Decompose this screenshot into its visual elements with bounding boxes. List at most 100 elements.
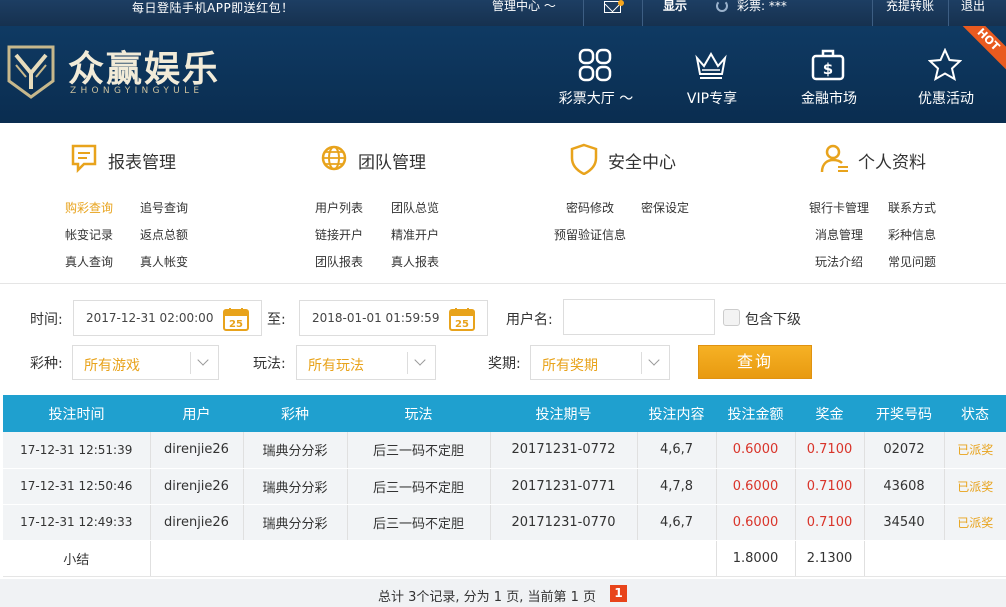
menu-link-security-question[interactable]: 密保设定: [641, 199, 689, 216]
end-time-input[interactable]: 2018-01-01 01:59:59 25: [299, 300, 488, 336]
refresh-icon[interactable]: [716, 0, 728, 12]
nav-label: 金融市场: [801, 91, 857, 107]
menu-link-contact[interactable]: 联系方式: [888, 199, 936, 216]
bet-amount: 0.6000: [716, 504, 796, 541]
menu-link-lottery-info[interactable]: 彩种信息: [888, 226, 936, 243]
divider: [642, 0, 643, 26]
menu-link-faq[interactable]: 常见问题: [888, 253, 936, 270]
selected-value: 所有游戏: [84, 358, 140, 374]
bet-period[interactable]: 20171231-0770: [490, 504, 638, 541]
draw-number: 43608: [864, 468, 945, 505]
lottery-type: 瑞典分分彩: [243, 468, 348, 505]
menu-link-user-list[interactable]: 用户列表: [315, 199, 363, 216]
play-type: 后三一码不定胆: [347, 468, 491, 505]
site-header: 众赢娱乐 ZHONGYINGYULE 彩票大厅 ～ VIP专享 $ 金融市场 优…: [0, 26, 1006, 123]
menu-link-rebate-total[interactable]: 返点总额: [140, 226, 188, 243]
menu-link-team-report[interactable]: 团队报表: [315, 253, 363, 270]
management-center-menu[interactable]: 管理中心 ～: [492, 0, 556, 26]
nav-label: 彩票大厅 ～: [558, 91, 634, 107]
divider: [948, 0, 949, 26]
menu-link-change-password[interactable]: 密码修改: [566, 199, 614, 216]
nav-vip[interactable]: VIP专享: [654, 26, 770, 123]
menu-link-chase-query[interactable]: 追号查询: [140, 199, 188, 216]
deposit-transfer-link[interactable]: 充提转账: [886, 0, 934, 26]
show-balance-toggle[interactable]: 显示: [663, 0, 687, 26]
bet-period[interactable]: 20171231-0772: [490, 432, 638, 469]
start-time-input[interactable]: 2017-12-31 02:00:00 25: [73, 300, 262, 336]
bet-period[interactable]: 20171231-0771: [490, 468, 638, 505]
username-label: 用户名:: [506, 312, 553, 328]
menu-link-bet-query[interactable]: 购彩查询: [65, 199, 113, 216]
play-type-select[interactable]: 所有玩法: [296, 345, 436, 380]
menu-link-link-signup[interactable]: 链接开户: [315, 226, 363, 243]
user-icon: [820, 144, 848, 173]
menu-link-play-guide[interactable]: 玩法介绍: [815, 253, 863, 270]
column-header[interactable]: 投注期号: [490, 395, 637, 432]
menu-link-live-report[interactable]: 真人报表: [391, 253, 439, 270]
period-label: 奖期:: [488, 356, 521, 372]
summary-prize: 2.1300: [795, 540, 865, 577]
column-header[interactable]: 玩法: [347, 395, 490, 432]
brand-subtitle: ZHONGYINGYULE: [70, 86, 204, 96]
column-header[interactable]: 投注时间: [3, 395, 150, 432]
summary-row: 小结 1.8000 2.1300: [3, 540, 1006, 577]
username-input[interactable]: [563, 299, 715, 335]
column-header[interactable]: 开奖号码: [864, 395, 944, 432]
promo-notice[interactable]: 每日登陆手机APP即送红包！: [132, 0, 294, 16]
table-row[interactable]: 17-12-31 12:49:33 direnjie26 瑞典分分彩 后三一码不…: [3, 504, 1006, 541]
menu-link-live-query[interactable]: 真人查询: [65, 253, 113, 270]
user: direnjie26: [150, 468, 244, 505]
pagination: 总计 3个记录, 分为 1 页, 当前第 1 页 1: [0, 579, 1006, 607]
lottery-type: 瑞典分分彩: [243, 504, 348, 541]
to-label: 至:: [267, 312, 286, 328]
end-time-value: 2018-01-01 01:59:59: [312, 311, 440, 325]
menu-link-account-change[interactable]: 帐变记录: [65, 226, 113, 243]
menu-link-team-overview[interactable]: 团队总览: [391, 199, 439, 216]
table-row[interactable]: 17-12-31 12:51:39 direnjie26 瑞典分分彩 后三一码不…: [3, 432, 1006, 469]
include-subordinates-checkbox[interactable]: [723, 309, 740, 326]
calendar-icon[interactable]: 25: [449, 307, 475, 331]
category-title: 团队管理: [358, 153, 426, 173]
brand-logo-icon[interactable]: [6, 43, 56, 99]
svg-text:25: 25: [455, 319, 469, 330]
chevron-down-icon: [407, 352, 435, 374]
menu-link-direct-signup[interactable]: 精准开户: [391, 226, 439, 243]
include-subordinates-label: 包含下级: [745, 312, 801, 328]
status-badge: 已派奖: [944, 468, 1006, 505]
query-button[interactable]: 查询: [698, 345, 812, 379]
nav-finance[interactable]: $ 金融市场: [771, 26, 887, 123]
summary-label: 小结: [3, 540, 151, 577]
calendar-icon[interactable]: 25: [223, 307, 249, 331]
menu-link-bank-card[interactable]: 银行卡管理: [809, 199, 869, 216]
column-header[interactable]: 投注内容: [637, 395, 716, 432]
crown-icon: [695, 52, 727, 79]
chevron-down-icon: [641, 352, 669, 374]
summary-spacer: [864, 540, 1006, 577]
status-badge: 已派奖: [944, 504, 1006, 541]
menu-link-reserved-verification[interactable]: 预留验证信息: [554, 226, 626, 243]
shield-icon: [570, 143, 598, 175]
time-label: 时间:: [30, 312, 63, 328]
report-icon: [71, 144, 97, 173]
column-header[interactable]: 投注金额: [716, 395, 795, 432]
column-header[interactable]: 奖金: [795, 395, 864, 432]
column-header[interactable]: 彩种: [243, 395, 347, 432]
menu-link-live-account-change[interactable]: 真人帐变: [140, 253, 188, 270]
prize: 0.7100: [795, 468, 865, 505]
column-header[interactable]: 状态: [944, 395, 1006, 432]
draw-number: 02072: [864, 432, 945, 469]
period-select[interactable]: 所有奖期: [530, 345, 670, 380]
bet-records-table: 投注时间 用户 彩种 玩法 投注期号 投注内容 投注金额 奖金 开奖号码 状态 …: [3, 395, 1006, 577]
logout-link[interactable]: 退出: [961, 0, 985, 26]
menu-link-messages[interactable]: 消息管理: [815, 226, 863, 243]
bet-time: 17-12-31 12:50:46: [3, 468, 151, 505]
table-row[interactable]: 17-12-31 12:50:46 direnjie26 瑞典分分彩 后三一码不…: [3, 468, 1006, 505]
lottery-type-select[interactable]: 所有游戏: [72, 345, 219, 380]
nav-lottery-hall[interactable]: 彩票大厅 ～: [538, 26, 654, 123]
play-type: 后三一码不定胆: [347, 504, 491, 541]
page-1-button[interactable]: 1: [610, 585, 627, 602]
bet-time: 17-12-31 12:49:33: [3, 504, 151, 541]
bet-content: 4,6,7: [637, 432, 717, 469]
category-title: 安全中心: [608, 153, 676, 173]
column-header[interactable]: 用户: [150, 395, 243, 432]
